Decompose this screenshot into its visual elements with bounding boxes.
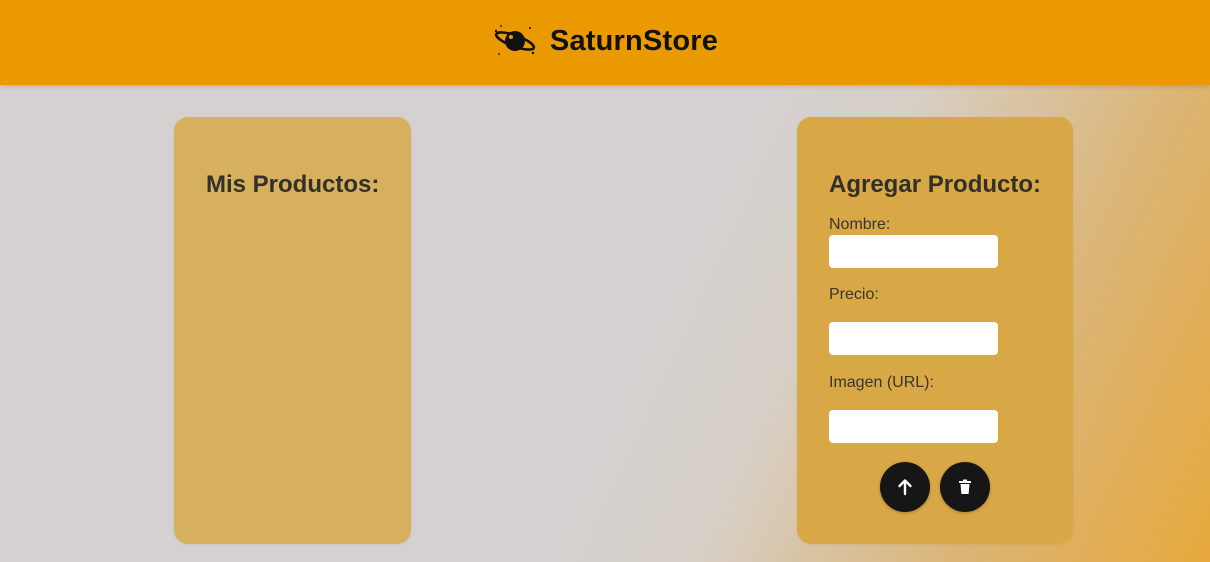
top-header: SaturnStore — [0, 0, 1210, 85]
clear-form-button[interactable] — [940, 462, 990, 512]
add-product-title: Agregar Producto: — [829, 171, 1042, 198]
products-title: Mis Productos: — [206, 171, 380, 198]
arrow-up-icon — [897, 478, 913, 496]
brand-name: SaturnStore — [549, 24, 719, 57]
image-url-label: Imagen (URL): — [829, 374, 934, 391]
products-panel: Mis Productos: — [174, 117, 411, 544]
add-product-panel: Agregar Producto: Nombre: Precio: Imagen… — [797, 117, 1073, 544]
image-url-input[interactable] — [829, 410, 998, 443]
price-label: Precio: — [829, 286, 879, 303]
price-input[interactable] — [829, 322, 998, 355]
brand[interactable]: SaturnStore — [492, 23, 718, 59]
saturn-planet-icon — [492, 23, 538, 59]
trash-icon — [958, 479, 972, 495]
name-label: Nombre: — [829, 216, 891, 233]
submit-product-button[interactable] — [880, 462, 930, 512]
name-input[interactable] — [829, 235, 998, 268]
